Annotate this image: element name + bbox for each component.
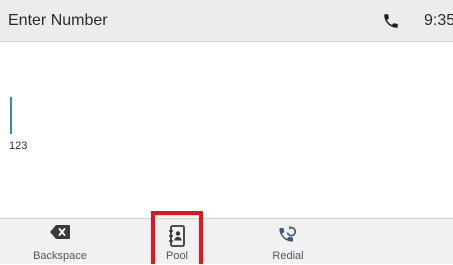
redial-label: Redial bbox=[272, 250, 304, 262]
redial-icon bbox=[277, 225, 299, 252]
redial-button[interactable]: Redial bbox=[250, 219, 326, 265]
backspace-button[interactable]: Backspace bbox=[20, 219, 100, 265]
dial-input-area[interactable]: 123 bbox=[0, 42, 453, 218]
backspace-label: Backspace bbox=[33, 250, 87, 262]
pool-button[interactable]: Pool bbox=[151, 219, 203, 265]
pool-label: Pool bbox=[165, 250, 189, 262]
clock-time: 9:35 bbox=[424, 12, 453, 29]
backspace-icon bbox=[50, 225, 70, 244]
contacts-book-icon bbox=[168, 225, 186, 252]
screen-title: Enter Number bbox=[8, 12, 108, 29]
phone-handset-icon bbox=[382, 12, 400, 30]
text-cursor bbox=[10, 97, 12, 134]
softkey-bar: Backspace Pool Redial bbox=[0, 218, 453, 264]
dialed-number: 123 bbox=[9, 140, 28, 152]
status-bar: Enter Number 9:35 bbox=[0, 0, 453, 42]
